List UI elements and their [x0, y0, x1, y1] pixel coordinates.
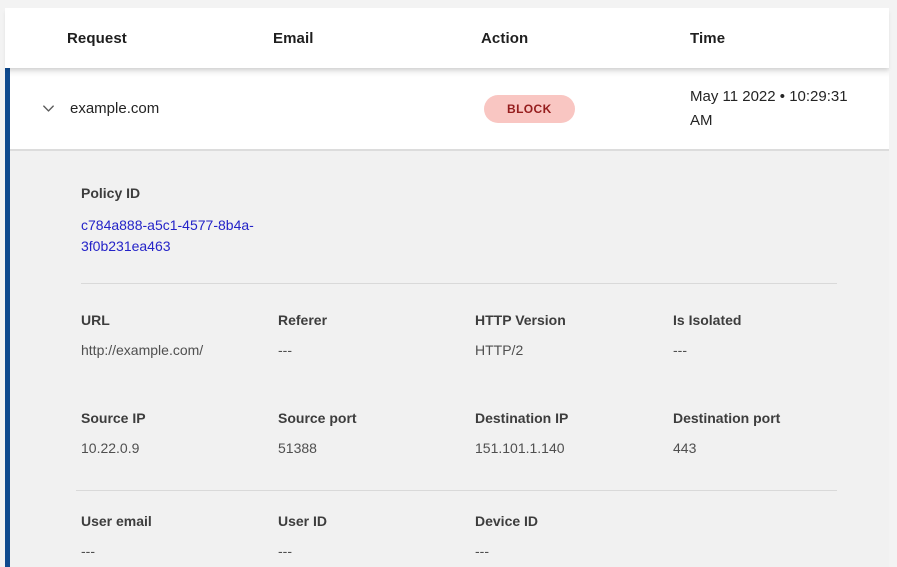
field-source-port-value: 51388 [278, 440, 475, 456]
field-source-ip-label: Source IP [81, 410, 278, 426]
section-divider [76, 490, 837, 491]
field-destination-ip: Destination IP 151.101.1.140 [475, 410, 673, 456]
field-destination-ip-value: 151.101.1.140 [475, 440, 673, 456]
field-http-version: HTTP Version HTTP/2 [475, 312, 673, 358]
field-source-port-label: Source port [278, 410, 475, 426]
block-action-badge: BLOCK [484, 95, 575, 123]
field-url-value: http://example.com/ [81, 342, 278, 358]
field-http-version-value: HTTP/2 [475, 342, 673, 358]
column-header-email: Email [273, 30, 481, 47]
field-referer-label: Referer [278, 312, 475, 328]
field-user-id-label: User ID [278, 513, 475, 529]
field-is-isolated-label: Is Isolated [673, 312, 863, 328]
field-user-email-value: --- [81, 543, 278, 559]
collapse-toggle[interactable] [41, 101, 70, 116]
field-empty [673, 513, 863, 559]
field-device-id-value: --- [475, 543, 673, 559]
field-referer: Referer --- [278, 312, 475, 358]
policy-id-label: Policy ID [81, 185, 863, 201]
field-url-label: URL [81, 312, 278, 328]
field-destination-ip-label: Destination IP [475, 410, 673, 426]
field-device-id: Device ID --- [475, 513, 673, 559]
network-fields-row: Source IP 10.22.0.9 Source port 51388 De… [10, 410, 863, 456]
table-header: Request Email Action Time [5, 8, 889, 68]
field-http-version-label: HTTP Version [475, 312, 673, 328]
field-source-ip: Source IP 10.22.0.9 [81, 410, 278, 456]
http-fields-row: URL http://example.com/ Referer --- HTTP… [10, 312, 863, 358]
field-source-ip-value: 10.22.0.9 [81, 440, 278, 456]
field-user-id-value: --- [278, 543, 475, 559]
log-table: Request Email Action Time example.com BL… [5, 8, 889, 567]
section-divider [81, 283, 837, 284]
field-source-port: Source port 51388 [278, 410, 475, 456]
policy-id-link[interactable]: c784a888-a5c1-4577-8b4a-3f0b231ea463 [81, 215, 286, 257]
column-header-action: Action [481, 30, 690, 47]
user-fields-row: User email --- User ID --- Device ID --- [10, 513, 863, 559]
field-is-isolated: Is Isolated --- [673, 312, 863, 358]
field-user-email: User email --- [81, 513, 278, 559]
column-header-request: Request [67, 30, 273, 47]
field-is-isolated-value: --- [673, 342, 863, 358]
expanded-log-entry: example.com BLOCK May 11 2022 • 10:29:31… [5, 68, 889, 567]
field-user-email-label: User email [81, 513, 278, 529]
field-url: URL http://example.com/ [81, 312, 278, 358]
field-destination-port: Destination port 443 [673, 410, 863, 456]
field-device-id-label: Device ID [475, 513, 673, 529]
field-destination-port-value: 443 [673, 440, 863, 456]
row-action-cell: BLOCK [484, 95, 690, 123]
column-header-time: Time [690, 30, 889, 47]
field-user-id: User ID --- [278, 513, 475, 559]
field-destination-port-label: Destination port [673, 410, 863, 426]
row-time-value: May 11 2022 • 10:29:31 AM [690, 85, 868, 133]
chevron-down-icon [41, 101, 56, 116]
log-row[interactable]: example.com BLOCK May 11 2022 • 10:29:31… [10, 68, 889, 149]
row-request-value: example.com [70, 100, 273, 117]
log-detail-panel: Policy ID c784a888-a5c1-4577-8b4a-3f0b23… [10, 149, 889, 565]
policy-id-section: Policy ID c784a888-a5c1-4577-8b4a-3f0b23… [81, 185, 863, 257]
field-referer-value: --- [278, 342, 475, 358]
